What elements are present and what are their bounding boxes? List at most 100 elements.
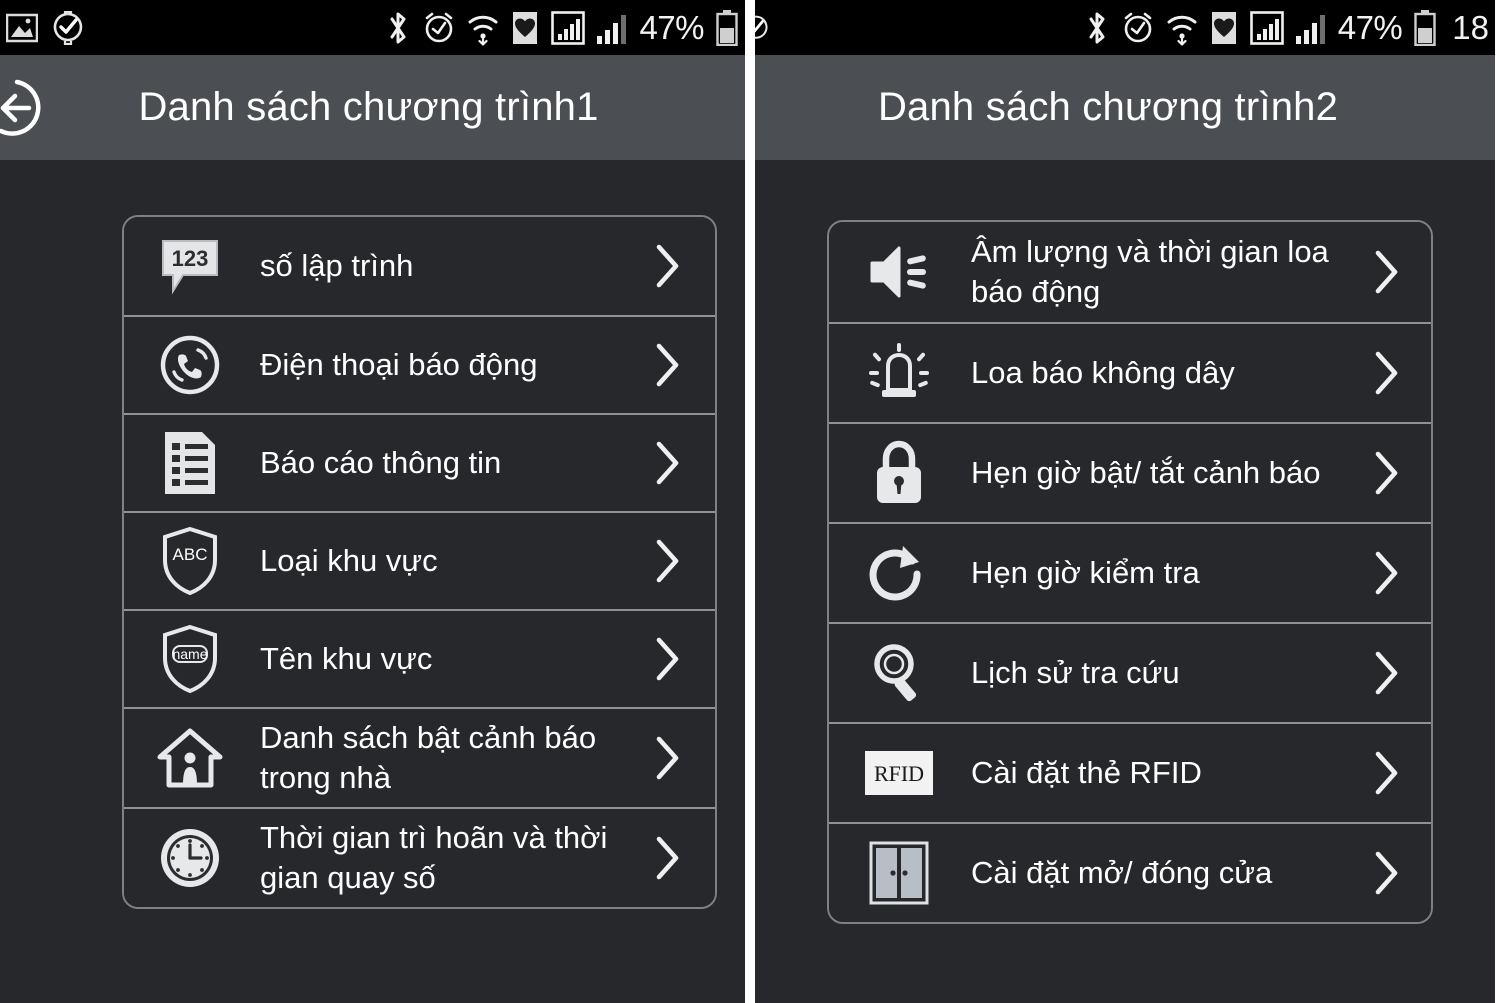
row-chevron-slot xyxy=(1357,246,1415,298)
program-list-2-card: Âm lượng và thời gian loa báo động Loa b… xyxy=(827,220,1433,924)
list-item-dien-thoai-bao-dong[interactable]: Điện thoại báo động xyxy=(124,315,715,413)
row-chevron-slot xyxy=(637,339,697,391)
status-bar: 47% xyxy=(0,0,745,55)
list-item-hen-gio-kiem-tra[interactable]: Hẹn giờ kiểm tra xyxy=(829,522,1431,622)
row-chevron-slot xyxy=(1357,447,1415,499)
signal-bars-icon xyxy=(1295,14,1325,44)
status-bar-right-icons: 47% xyxy=(385,9,739,46)
svg-text:name: name xyxy=(172,646,207,662)
chevron-right-icon xyxy=(656,343,679,387)
list-item-hen-gio-bat-tat-canh-bao[interactable]: Hẹn giờ bật/ tắt cảnh báo xyxy=(829,422,1431,522)
row-chevron-slot xyxy=(637,437,697,489)
svg-text:RFID: RFID xyxy=(874,761,924,786)
chevron-right-icon xyxy=(1375,751,1398,795)
phone-screen-program-list-2: 47% 18 Danh sách chương trình2 Âm lượng … xyxy=(755,0,1495,1003)
speaker-volume-icon xyxy=(870,246,926,298)
row-icon-slot xyxy=(142,429,238,497)
back-button[interactable] xyxy=(0,73,52,143)
row-icon-slot xyxy=(851,640,947,706)
status-bar-left-icons xyxy=(755,11,769,45)
panel-divider xyxy=(745,0,755,1003)
list-item-loai-khu-vuc[interactable]: ABC Loại khu vực xyxy=(124,511,715,609)
row-chevron-slot xyxy=(637,535,697,587)
list-item-label: Lịch sử tra cứu xyxy=(971,654,1180,690)
title-bar: Danh sách chương trình1 xyxy=(0,55,745,160)
list-item-danh-sach-bat-canh-bao-trong-nha[interactable]: Danh sách bật cảnh báo trong nhà xyxy=(124,707,715,807)
shield-abc-icon: ABC xyxy=(163,526,217,596)
chevron-right-icon xyxy=(656,244,679,288)
back-circle-arrow-icon xyxy=(0,79,41,136)
screenshot-icon xyxy=(6,13,38,42)
list-item-lich-su-tra-cuu[interactable]: Lịch sử tra cứu xyxy=(829,622,1431,722)
row-chevron-slot xyxy=(1357,347,1415,399)
alarm-clock-icon xyxy=(426,12,453,42)
list-item-label: Loại khu vực xyxy=(260,542,438,578)
list-item-label: Báo cáo thông tin xyxy=(260,444,502,480)
home-person-icon xyxy=(157,728,223,788)
chevron-right-icon xyxy=(656,539,679,583)
double-door-icon xyxy=(869,841,929,905)
row-chevron-slot xyxy=(637,732,697,784)
list-item-cai-dat-mo-dong-cua[interactable]: Cài đặt mở/ đóng cửa xyxy=(829,822,1431,922)
chevron-right-icon xyxy=(1375,250,1398,294)
rfid-card-icon: RFID xyxy=(865,751,933,795)
chevron-right-icon xyxy=(656,836,679,880)
row-icon-slot xyxy=(851,541,947,605)
row-chevron-slot xyxy=(637,832,697,884)
program-list-1-card: 123 số lập trình Điện thoại báo động Báo… xyxy=(122,215,717,909)
chevron-right-icon xyxy=(1375,451,1398,495)
list-item-label: Tên khu vực xyxy=(260,640,433,676)
list-item-ten-khu-vuc[interactable]: name Tên khu vực xyxy=(124,609,715,707)
list-item-thoi-gian-tri-hoan[interactable]: Thời gian trì hoãn và thời gian quay số xyxy=(124,807,715,907)
alarm-clock-icon xyxy=(1124,12,1152,42)
row-icon-slot xyxy=(851,241,947,303)
magnifier-icon xyxy=(874,644,917,702)
row-chevron-slot xyxy=(1357,747,1415,799)
phone-screen-program-list-1: 47% Danh sách chương trình1 123 số lập t… xyxy=(0,0,745,1003)
battery-percent-label: 47% xyxy=(1337,9,1403,46)
list-item-label: Điện thoại báo động xyxy=(260,346,538,382)
refresh-timer-icon xyxy=(869,546,921,601)
shield-name-icon: name xyxy=(163,624,217,694)
health-card-icon xyxy=(1211,11,1236,44)
chevron-right-icon xyxy=(1375,651,1398,695)
bluetooth-icon xyxy=(390,12,406,43)
padlock-icon xyxy=(877,440,921,503)
chevron-right-icon xyxy=(656,637,679,681)
row-icon-slot xyxy=(142,727,238,789)
signal-boxed-icon xyxy=(1249,10,1284,45)
battery-icon xyxy=(716,9,738,46)
row-icon-slot xyxy=(142,332,238,398)
dual-screenshot-container: 47% Danh sách chương trình1 123 số lập t… xyxy=(0,0,1500,1003)
signal-bars-icon xyxy=(597,14,627,44)
list-item-bao-cao-thong-tin[interactable]: Báo cáo thông tin xyxy=(124,413,715,511)
chevron-right-icon xyxy=(1375,551,1398,595)
program-list-2-wrapper: Âm lượng và thời gian loa báo động Loa b… xyxy=(755,220,1495,924)
status-bar: 47% 18 xyxy=(755,0,1495,55)
list-item-loa-bao-khong-day[interactable]: Loa báo không dây xyxy=(829,322,1431,422)
row-icon-slot: name xyxy=(142,624,238,694)
right-edge-strip xyxy=(1495,0,1500,1003)
battery-icon xyxy=(1414,9,1436,46)
wifi-icon xyxy=(468,15,498,46)
chevron-right-icon xyxy=(656,736,679,780)
list-item-so-lap-trinh[interactable]: 123 số lập trình xyxy=(124,217,715,315)
row-chevron-slot xyxy=(1357,847,1415,899)
numeric-123-bubble-icon: 123 xyxy=(162,240,218,295)
row-icon-slot xyxy=(142,825,238,891)
list-item-label: Loa báo không dây xyxy=(971,354,1235,390)
list-item-label: Thời gian trì hoãn và thời gian quay số xyxy=(260,819,608,895)
list-item-label: số lập trình xyxy=(260,247,414,283)
row-chevron-slot xyxy=(1357,547,1415,599)
row-chevron-slot xyxy=(637,240,697,292)
row-icon-slot: ABC xyxy=(142,526,238,596)
row-icon-slot xyxy=(851,340,947,406)
list-item-label: Danh sách bật cảnh báo trong nhà xyxy=(260,719,597,795)
row-icon-slot: RFID xyxy=(851,749,947,797)
chevron-right-icon xyxy=(1375,351,1398,395)
title-bar: Danh sách chương trình2 xyxy=(755,55,1495,160)
list-item-label: Cài đặt thẻ RFID xyxy=(971,754,1202,790)
list-item-am-luong-loa-bao-dong[interactable]: Âm lượng và thời gian loa báo động xyxy=(829,222,1431,322)
list-item-cai-dat-the-rfid[interactable]: RFID Cài đặt thẻ RFID xyxy=(829,722,1431,822)
page-title: Danh sách chương trình1 xyxy=(138,85,599,129)
